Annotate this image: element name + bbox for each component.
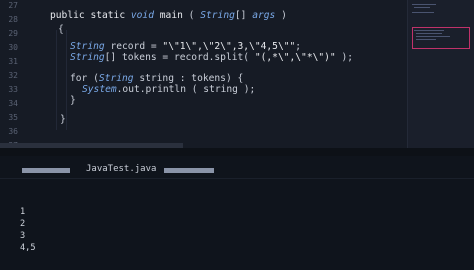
console-output-line: 2 (20, 219, 26, 229)
code-line: } (60, 114, 66, 125)
console-panel[interactable]: JavaTest.java 1 2 3 4,5 (0, 156, 474, 270)
code-area[interactable]: public static void main ( String[] args … (32, 0, 400, 148)
line-number: 28 (8, 15, 18, 24)
console-title: JavaTest.java (86, 164, 157, 174)
code-line: String[] tokens = record.split( "(,*\",\… (70, 52, 354, 63)
minimap-line (414, 7, 430, 8)
line-number: 36 (8, 127, 18, 136)
minimap-line (412, 4, 436, 5)
code-line: { (58, 24, 64, 35)
code-line: System.out.println ( string ); (82, 84, 256, 95)
minimap[interactable] (407, 0, 474, 148)
horizontal-scrollbar[interactable] (0, 143, 183, 148)
code-line: } (70, 95, 76, 106)
console-output-line: 1 (20, 207, 26, 217)
console-header: JavaTest.java (0, 156, 474, 179)
line-number: 27 (8, 1, 18, 10)
line-number: 29 (8, 29, 18, 38)
console-tab-left[interactable] (22, 168, 70, 173)
console-tab-right[interactable] (164, 168, 214, 173)
minimap-line (412, 12, 434, 13)
line-number: 32 (8, 71, 18, 80)
line-number: 31 (8, 57, 18, 66)
code-editor[interactable]: 27 28 29 30 31 32 33 34 35 36 37 public … (0, 0, 474, 148)
line-number: 35 (8, 113, 18, 122)
line-number: 33 (8, 85, 18, 94)
line-number: 34 (8, 99, 18, 108)
console-output-line: 4,5 (20, 243, 36, 253)
line-number: 30 (8, 43, 18, 52)
console-output-line: 3 (20, 231, 26, 241)
minimap-viewport[interactable] (412, 27, 470, 49)
line-number-gutter: 27 28 29 30 31 32 33 34 35 36 37 (0, 0, 26, 148)
code-line: public static void main ( String[] args … (50, 10, 287, 21)
